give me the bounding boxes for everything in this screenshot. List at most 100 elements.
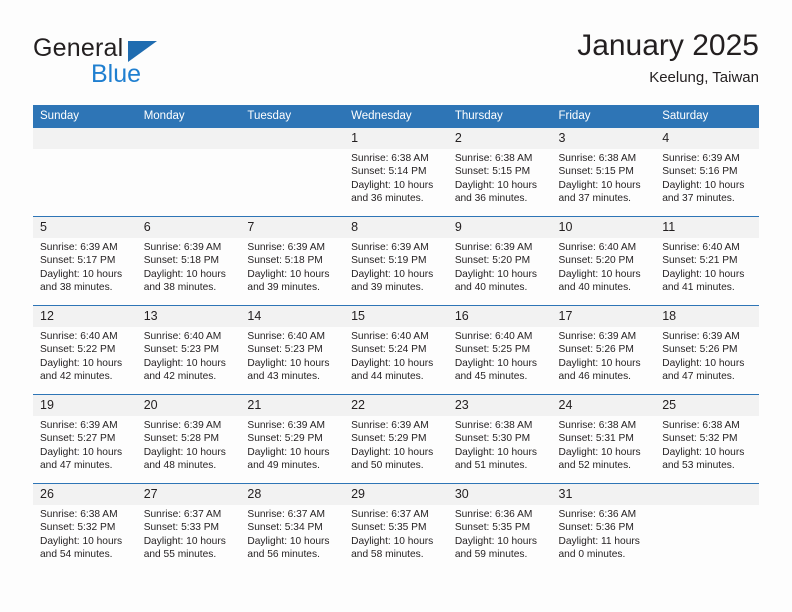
- day-details: Sunrise: 6:40 AM Sunset: 5:23 PM Daylight:…: [137, 327, 241, 384]
- calendar-day-cell[interactable]: 10 Sunrise: 6:40 AM Sunset: 5:20 PM Dayligh…: [551, 216, 656, 306]
- sunrise-text: Sunrise: 6:38 AM: [40, 509, 118, 520]
- logo-text-blue: Blue: [91, 60, 142, 88]
- day-details: Sunrise: 6:39 AM Sunset: 5:19 PM Daylight:…: [344, 238, 448, 295]
- sunset-text: Sunset: 5:29 PM: [247, 433, 323, 445]
- daylight-text-line2: and 42 minutes.: [143, 371, 217, 383]
- calendar-day-cell-empty: [655, 483, 759, 572]
- logo-triangle-icon: [128, 41, 157, 62]
- calendar-day-cell[interactable]: 12 Sunrise: 6:40 AM Sunset: 5:22 PM Dayligh…: [33, 305, 137, 395]
- sunrise-text: Sunrise: 6:40 AM: [351, 331, 429, 342]
- sunrise-text: Sunrise: 6:38 AM: [454, 153, 533, 164]
- general-blue-logo[interactable]: General Blue: [33, 34, 263, 92]
- day-details: Sunrise: 6:39 AM Sunset: 5:28 PM Daylight:…: [137, 416, 241, 473]
- day-number: 7: [240, 217, 345, 238]
- calendar-day-cell[interactable]: 1 Sunrise: 6:38 AM Sunset: 5:14 PM Daylight…: [344, 128, 448, 217]
- day-number: 16: [447, 306, 552, 327]
- day-details: Sunrise: 6:36 AM Sunset: 5:35 PM Daylight:…: [448, 505, 552, 562]
- calendar-day-cell[interactable]: 9 Sunrise: 6:39 AM Sunset: 5:20 PM Daylight…: [447, 216, 552, 306]
- day-number: [136, 128, 241, 149]
- calendar-day-cell[interactable]: 20 Sunrise: 6:39 AM Sunset: 5:28 PM Dayligh…: [136, 394, 241, 484]
- daylight-text-line1: Daylight: 10 hours: [454, 535, 537, 547]
- logo-text-general: General: [33, 34, 124, 62]
- calendar-day-cell[interactable]: 23 Sunrise: 6:38 AM Sunset: 5:30 PM Dayligh…: [447, 394, 552, 484]
- day-details: Sunrise: 6:37 AM Sunset: 5:35 PM Daylight:…: [344, 505, 448, 562]
- sunrise-text: Sunrise: 6:39 AM: [351, 242, 429, 253]
- day-number: 3: [551, 128, 656, 149]
- calendar-day-cell[interactable]: 25 Sunrise: 6:38 AM Sunset: 5:32 PM Dayligh…: [655, 394, 759, 484]
- sunrise-text: Sunrise: 6:37 AM: [143, 509, 222, 520]
- sunrise-text: Sunrise: 6:38 AM: [662, 420, 740, 431]
- daylight-text-line2: and 47 minutes.: [662, 371, 735, 383]
- sunset-text: Sunset: 5:29 PM: [351, 433, 427, 445]
- calendar-day-cell[interactable]: 31 Sunrise: 6:36 AM Sunset: 5:36 PM Dayligh…: [551, 483, 656, 572]
- calendar-day-cell[interactable]: 6 Sunrise: 6:39 AM Sunset: 5:18 PM Daylight…: [136, 216, 241, 306]
- day-details: Sunrise: 6:39 AM Sunset: 5:18 PM Daylight:…: [240, 238, 344, 295]
- sunrise-text: Sunrise: 6:39 AM: [454, 242, 533, 253]
- daylight-text-line1: Daylight: 10 hours: [143, 535, 226, 547]
- calendar-day-cell[interactable]: 27 Sunrise: 6:37 AM Sunset: 5:33 PM Dayligh…: [136, 483, 241, 572]
- calendar-day-cell[interactable]: 22 Sunrise: 6:39 AM Sunset: 5:29 PM Dayligh…: [344, 394, 448, 484]
- day-number: 12: [33, 306, 137, 327]
- day-details: Sunrise: 6:38 AM Sunset: 5:31 PM Daylight:…: [552, 416, 656, 473]
- day-number: [240, 128, 345, 149]
- weekday-header-tuesday: Tuesday: [240, 105, 345, 128]
- daylight-text-line1: Daylight: 10 hours: [247, 535, 330, 547]
- daylight-text-line1: Daylight: 10 hours: [351, 357, 434, 369]
- calendar-body: 1 Sunrise: 6:38 AM Sunset: 5:14 PM Daylight…: [33, 128, 759, 572]
- day-details: Sunrise: 6:39 AM Sunset: 5:26 PM Daylight:…: [552, 327, 656, 384]
- sunset-text: Sunset: 5:28 PM: [143, 433, 220, 445]
- daylight-text-line1: Daylight: 10 hours: [40, 446, 123, 458]
- calendar-day-cell[interactable]: 2 Sunrise: 6:38 AM Sunset: 5:15 PM Daylight…: [447, 128, 552, 217]
- calendar-day-cell[interactable]: 21 Sunrise: 6:39 AM Sunset: 5:29 PM Dayligh…: [240, 394, 345, 484]
- calendar-day-cell[interactable]: 19 Sunrise: 6:39 AM Sunset: 5:27 PM Dayligh…: [33, 394, 137, 484]
- calendar-page: General Blue January 2025 Keelung, Taiwa…: [0, 0, 792, 612]
- calendar-day-cell[interactable]: 4 Sunrise: 6:39 AM Sunset: 5:16 PM Daylight…: [655, 128, 759, 217]
- calendar-day-cell[interactable]: 24 Sunrise: 6:38 AM Sunset: 5:31 PM Dayligh…: [551, 394, 656, 484]
- day-number: 1: [344, 128, 448, 149]
- calendar-day-cell[interactable]: 29 Sunrise: 6:37 AM Sunset: 5:35 PM Dayligh…: [344, 483, 448, 572]
- day-details: Sunrise: 6:39 AM Sunset: 5:27 PM Daylight:…: [33, 416, 137, 473]
- sunset-text: Sunset: 5:22 PM: [40, 344, 116, 356]
- sunrise-text: Sunrise: 6:39 AM: [558, 331, 637, 342]
- calendar-day-cell[interactable]: 16 Sunrise: 6:40 AM Sunset: 5:25 PM Dayligh…: [447, 305, 552, 395]
- weekday-header-monday: Monday: [136, 105, 241, 128]
- day-details: Sunrise: 6:38 AM Sunset: 5:32 PM Daylight:…: [655, 416, 759, 473]
- daylight-text-line1: Daylight: 10 hours: [351, 535, 434, 547]
- calendar-day-cell[interactable]: 7 Sunrise: 6:39 AM Sunset: 5:18 PM Daylight…: [240, 216, 345, 306]
- day-number: 27: [136, 484, 241, 505]
- day-number: [655, 484, 759, 505]
- daylight-text-line1: Daylight: 10 hours: [454, 268, 537, 280]
- day-number: 15: [344, 306, 448, 327]
- sunset-text: Sunset: 5:30 PM: [454, 433, 531, 445]
- weekday-header-friday: Friday: [551, 105, 656, 128]
- day-number: 24: [551, 395, 656, 416]
- calendar-day-cell[interactable]: 8 Sunrise: 6:39 AM Sunset: 5:19 PM Daylight…: [344, 216, 448, 306]
- calendar-day-cell[interactable]: 13 Sunrise: 6:40 AM Sunset: 5:23 PM Dayligh…: [136, 305, 241, 395]
- calendar-day-cell[interactable]: 17 Sunrise: 6:39 AM Sunset: 5:26 PM Dayligh…: [551, 305, 656, 395]
- day-details: Sunrise: 6:39 AM Sunset: 5:29 PM Daylight:…: [240, 416, 344, 473]
- calendar-day-cell[interactable]: 14 Sunrise: 6:40 AM Sunset: 5:23 PM Dayligh…: [240, 305, 345, 395]
- daylight-text-line2: and 36 minutes.: [454, 193, 528, 205]
- calendar-day-cell[interactable]: 30 Sunrise: 6:36 AM Sunset: 5:35 PM Dayligh…: [447, 483, 552, 572]
- calendar-day-cell[interactable]: 26 Sunrise: 6:38 AM Sunset: 5:32 PM Dayligh…: [33, 483, 137, 572]
- calendar-day-cell[interactable]: 18 Sunrise: 6:39 AM Sunset: 5:26 PM Dayligh…: [655, 305, 759, 395]
- day-details: Sunrise: 6:38 AM Sunset: 5:15 PM Daylight:…: [552, 149, 656, 206]
- sunset-text: Sunset: 5:36 PM: [558, 522, 634, 534]
- sunrise-text: Sunrise: 6:39 AM: [662, 331, 740, 342]
- sunrise-text: Sunrise: 6:39 AM: [143, 420, 222, 431]
- calendar-day-cell[interactable]: 11 Sunrise: 6:40 AM Sunset: 5:21 PM Dayligh…: [655, 216, 759, 306]
- day-number: 18: [655, 306, 759, 327]
- calendar-day-cell[interactable]: 15 Sunrise: 6:40 AM Sunset: 5:24 PM Dayligh…: [344, 305, 448, 395]
- daylight-text-line1: Daylight: 10 hours: [40, 268, 123, 280]
- daylight-text-line1: Daylight: 10 hours: [143, 268, 226, 280]
- calendar-day-cell-empty: [136, 128, 241, 217]
- sunrise-text: Sunrise: 6:40 AM: [40, 331, 118, 342]
- calendar-day-cell[interactable]: 28 Sunrise: 6:37 AM Sunset: 5:34 PM Dayligh…: [240, 483, 345, 572]
- sunset-text: Sunset: 5:23 PM: [247, 344, 323, 356]
- daylight-text-line1: Daylight: 10 hours: [247, 268, 330, 280]
- calendar-day-cell[interactable]: 3 Sunrise: 6:38 AM Sunset: 5:15 PM Daylight…: [551, 128, 656, 217]
- sunrise-text: Sunrise: 6:38 AM: [558, 153, 637, 164]
- calendar-day-cell[interactable]: 5 Sunrise: 6:39 AM Sunset: 5:17 PM Daylight…: [33, 216, 137, 306]
- page-subtitle: Keelung, Taiwan: [649, 69, 759, 86]
- daylight-text-line2: and 41 minutes.: [662, 282, 735, 294]
